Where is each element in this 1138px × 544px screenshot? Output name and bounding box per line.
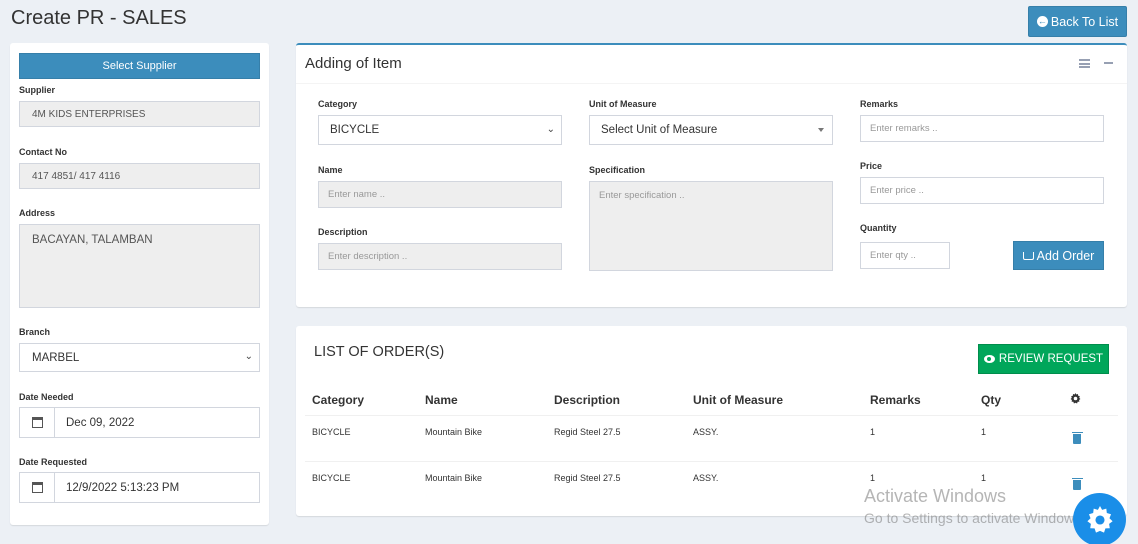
cell-remarks: 1: [863, 415, 974, 462]
settings-fab-button[interactable]: [1073, 493, 1126, 544]
chevron-down-icon: ⌄: [244, 351, 253, 362]
price-input[interactable]: Enter price ..: [860, 177, 1104, 204]
select-supplier-button[interactable]: Select Supplier: [19, 53, 260, 79]
gear-icon: [1086, 505, 1113, 533]
back-to-list-label: Back To List: [1050, 14, 1119, 29]
category-value: BICYCLE: [330, 124, 380, 136]
watermark-line1: Activate Windows: [864, 486, 1007, 506]
cell-actions: [1063, 415, 1118, 462]
arrow-left-circle-icon: ←: [1036, 16, 1048, 27]
category-label: Category: [318, 99, 358, 109]
address-field: BACAYAN, TALAMBAN: [19, 224, 260, 308]
eye-icon: [983, 355, 995, 363]
list-icon[interactable]: [1079, 59, 1090, 68]
trash-icon[interactable]: [1071, 431, 1083, 444]
add-order-button[interactable]: Add Order: [1013, 241, 1104, 270]
col-actions: [1063, 386, 1118, 416]
adding-item-title: Adding of Item: [305, 55, 402, 72]
watermark-line2: Go to Settings to activate Windows.: [864, 510, 1085, 526]
quantity-label: Quantity: [860, 223, 897, 233]
add-order-label: Add Order: [1036, 248, 1095, 263]
cell-category: BICYCLE: [312, 472, 351, 483]
cell-name: Mountain Bike: [425, 472, 483, 483]
review-request-button[interactable]: REVIEW REQUEST: [978, 344, 1109, 374]
name-label: Name: [318, 165, 343, 175]
supplier-panel: Select Supplier Supplier 4M KIDS ENTERPR…: [10, 43, 269, 525]
cell-uom: ASSY.: [686, 415, 863, 462]
back-to-list-button[interactable]: ← Back To List: [1028, 6, 1127, 37]
price-label: Price: [860, 161, 883, 171]
calendar-icon: [20, 408, 55, 437]
chevron-down-icon: ⌄: [546, 124, 555, 135]
adding-item-box: Adding of Item Category BICYCLE ⌄ Name E…: [296, 43, 1127, 307]
category-select[interactable]: BICYCLE ⌄: [318, 115, 562, 145]
activate-windows-watermark: Activate Windows Go to Settings to activ…: [864, 486, 1085, 526]
cell-qty: 1: [974, 415, 1063, 462]
col-qty: Qty: [974, 386, 1063, 416]
date-requested-value: 12/9/2022 5:13:23 PM: [66, 481, 180, 494]
table-row: BICYCLE Mountain Bike Regid Steel 27.5 A…: [305, 415, 1118, 462]
uom-label: Unit of Measure: [589, 99, 657, 109]
cart-icon: [1022, 251, 1034, 260]
contact-field: 417 4851/ 417 4116: [19, 163, 260, 189]
supplier-field: 4M KIDS ENTERPRISES: [19, 101, 260, 127]
caret-down-icon: [818, 128, 824, 132]
page-title: Create PR - SALES: [11, 7, 187, 29]
date-requested-input[interactable]: 12/9/2022 5:13:23 PM: [19, 472, 260, 503]
specification-label: Specification: [589, 165, 646, 175]
calendar-icon: [20, 473, 55, 502]
branch-value: MARBEL: [32, 351, 80, 364]
col-remarks: Remarks: [863, 386, 974, 416]
branch-select[interactable]: MARBEL ⌄: [19, 343, 260, 372]
gear-icon: [1070, 393, 1081, 404]
specification-textarea[interactable]: Enter specification ..: [589, 181, 833, 271]
date-needed-label: Date Needed: [19, 392, 74, 402]
cell-name: Mountain Bike: [418, 415, 547, 462]
description-input[interactable]: Enter description ..: [318, 243, 562, 270]
col-uom: Unit of Measure: [686, 386, 863, 416]
remarks-label: Remarks: [860, 99, 899, 109]
uom-value: Select Unit of Measure: [601, 124, 718, 136]
description-label: Description: [318, 227, 368, 237]
review-request-label: REVIEW REQUEST: [998, 353, 1104, 365]
col-name: Name: [418, 386, 547, 416]
adding-item-header: Adding of Item: [296, 45, 1127, 84]
branch-label: Branch: [19, 327, 51, 337]
date-needed-input[interactable]: Dec 09, 2022: [19, 407, 260, 438]
remarks-input[interactable]: Enter remarks ..: [860, 115, 1104, 142]
uom-select[interactable]: Select Unit of Measure: [589, 115, 833, 145]
cell-description: Regid Steel 27.5: [554, 472, 621, 483]
cell-uom: ASSY.: [693, 472, 719, 483]
name-input[interactable]: Enter name ..: [318, 181, 562, 208]
orders-title: LIST OF ORDER(S): [314, 344, 445, 360]
contact-label: Contact No: [19, 147, 67, 157]
cell-category: BICYCLE: [305, 415, 418, 462]
quantity-input[interactable]: Enter qty ..: [860, 242, 950, 269]
col-category: Category: [305, 386, 418, 416]
address-label: Address: [19, 208, 56, 218]
date-requested-label: Date Requested: [19, 457, 88, 467]
col-description: Description: [547, 386, 686, 416]
minimize-icon[interactable]: [1104, 62, 1113, 64]
supplier-label: Supplier: [19, 85, 56, 95]
table-header-row: Category Name Description Unit of Measur…: [305, 386, 1118, 416]
cell-description: Regid Steel 27.5: [547, 415, 686, 462]
date-needed-value: Dec 09, 2022: [66, 416, 135, 429]
